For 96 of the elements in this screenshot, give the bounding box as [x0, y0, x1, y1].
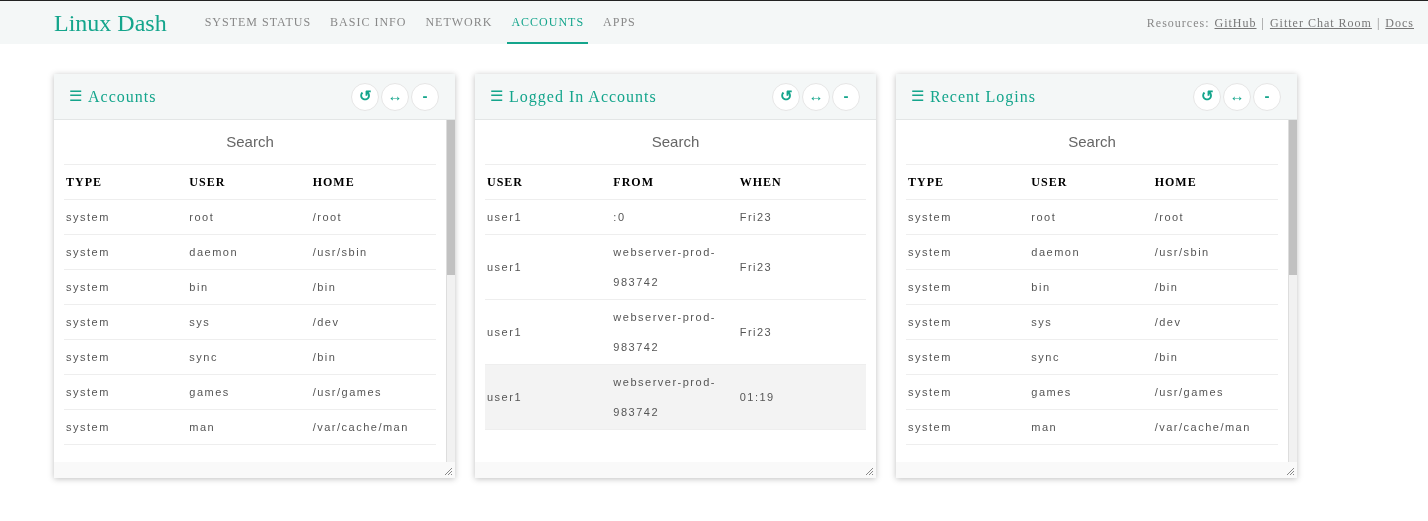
- column-header: FROM: [613, 174, 655, 191]
- table-cell: sync: [1031, 351, 1060, 363]
- nav-tab[interactable]: BASIC INFO: [326, 1, 411, 44]
- table-cell: /var/cache/man: [312, 421, 409, 433]
- table-cell: /usr/games: [312, 386, 383, 398]
- resource-link[interactable]: GitHub: [1214, 13, 1257, 32]
- column-header: USER: [487, 174, 524, 191]
- nav-tab[interactable]: APPS: [599, 1, 640, 44]
- column-header: WHEN: [739, 174, 783, 191]
- scrollbar[interactable]: [446, 120, 455, 462]
- collapse-button[interactable]: -: [1253, 82, 1281, 111]
- refresh-button[interactable]: ↺: [772, 82, 800, 111]
- table-cell: system: [66, 386, 110, 398]
- widget-title: Logged In Accounts: [509, 86, 657, 108]
- resource-link[interactable]: Docs: [1385, 13, 1414, 32]
- table-cell: webserver-prod-983742: [613, 376, 716, 418]
- app-logo[interactable]: Linux Dash: [54, 4, 167, 41]
- widget-title: Accounts: [88, 86, 157, 107]
- table-cell: /bin: [1154, 351, 1179, 363]
- menu-icon[interactable]: ☰: [490, 85, 503, 108]
- separator: |: [1376, 14, 1381, 32]
- widget-title: Recent Logins: [930, 86, 1036, 108]
- table-cell: root: [189, 211, 215, 223]
- table-cell: man: [189, 421, 216, 433]
- refresh-button[interactable]: ↺: [351, 82, 379, 111]
- table-cell: /usr/games: [1154, 386, 1225, 398]
- menu-icon[interactable]: ☰: [911, 85, 924, 108]
- table-cell: daemon: [189, 246, 239, 258]
- search-field[interactable]: Search: [64, 130, 436, 154]
- table-cell: /root: [1154, 211, 1185, 223]
- table-cell: system: [908, 246, 952, 258]
- scrollbar[interactable]: [1288, 120, 1297, 462]
- table-cell: 01:19: [739, 391, 775, 403]
- resize-handle-icon[interactable]: [865, 467, 874, 476]
- table-cell: system: [908, 421, 952, 433]
- table-cell: system: [908, 351, 952, 363]
- nav-tab[interactable]: SYSTEM STATUS: [200, 1, 316, 44]
- table-cell: sys: [1031, 316, 1053, 328]
- table-cell: user1: [487, 391, 523, 403]
- separator: |: [1261, 14, 1265, 32]
- table-cell: sync: [189, 351, 218, 363]
- refresh-button[interactable]: ↺: [1193, 82, 1221, 111]
- search-field[interactable]: Search: [485, 130, 866, 154]
- expand-button[interactable]: ↔: [1223, 82, 1251, 111]
- table-cell: system: [66, 421, 110, 433]
- column-header: USER: [1031, 174, 1069, 191]
- menu-icon[interactable]: ☰: [69, 85, 82, 108]
- nav-tab[interactable]: ACCOUNTS: [507, 1, 589, 44]
- table-cell: :0: [613, 211, 626, 223]
- table-cell: Fri23: [739, 211, 773, 223]
- table-cell: sys: [189, 316, 211, 328]
- table-cell: /root: [312, 211, 343, 223]
- table-cell: system: [908, 316, 952, 328]
- table-cell: system: [908, 281, 952, 293]
- table-cell: /var/cache/man: [1154, 421, 1251, 433]
- resize-handle-icon[interactable]: [1286, 467, 1295, 476]
- column-header: USER: [189, 174, 227, 191]
- resource-link[interactable]: Gitter Chat Room: [1269, 13, 1372, 32]
- resources-label: Resources:: [1146, 14, 1210, 32]
- table-cell: system: [908, 211, 952, 223]
- column-header: TYPE: [66, 174, 103, 191]
- table-cell: /bin: [312, 281, 337, 293]
- table-cell: games: [189, 386, 230, 398]
- search-field[interactable]: Search: [906, 130, 1278, 154]
- table-cell: games: [1031, 386, 1072, 398]
- table-cell: user1: [487, 326, 523, 338]
- table-cell: daemon: [1031, 246, 1081, 258]
- resize-handle-icon[interactable]: [444, 467, 453, 476]
- nav-tab[interactable]: NETWORK: [421, 1, 497, 44]
- table-cell: /usr/sbin: [312, 246, 368, 258]
- table-cell: /dev: [312, 316, 340, 328]
- table-cell: system: [66, 316, 110, 328]
- table-cell: /dev: [1154, 316, 1182, 328]
- table-cell: system: [66, 211, 110, 223]
- column-header: HOME: [1154, 174, 1198, 191]
- column-header: HOME: [312, 174, 356, 191]
- table-cell: root: [1031, 211, 1057, 223]
- table-cell: /bin: [312, 351, 337, 363]
- collapse-button[interactable]: -: [832, 82, 860, 111]
- table-cell: /usr/sbin: [1154, 246, 1210, 258]
- table-cell: man: [1031, 421, 1058, 433]
- table-cell: user1: [487, 261, 523, 273]
- collapse-button[interactable]: -: [411, 82, 439, 111]
- expand-button[interactable]: ↔: [381, 82, 409, 111]
- table-cell: system: [908, 386, 952, 398]
- table-cell: Fri23: [739, 261, 773, 273]
- table-cell: Fri23: [739, 326, 773, 338]
- table-cell: system: [66, 351, 110, 363]
- column-header: TYPE: [908, 174, 945, 191]
- table-cell: system: [66, 281, 110, 293]
- table-cell: system: [66, 246, 110, 258]
- table-cell: bin: [189, 281, 209, 293]
- table-cell: /bin: [1154, 281, 1179, 293]
- table-cell: user1: [487, 211, 523, 223]
- table-cell: bin: [1031, 281, 1051, 293]
- expand-button[interactable]: ↔: [802, 82, 830, 111]
